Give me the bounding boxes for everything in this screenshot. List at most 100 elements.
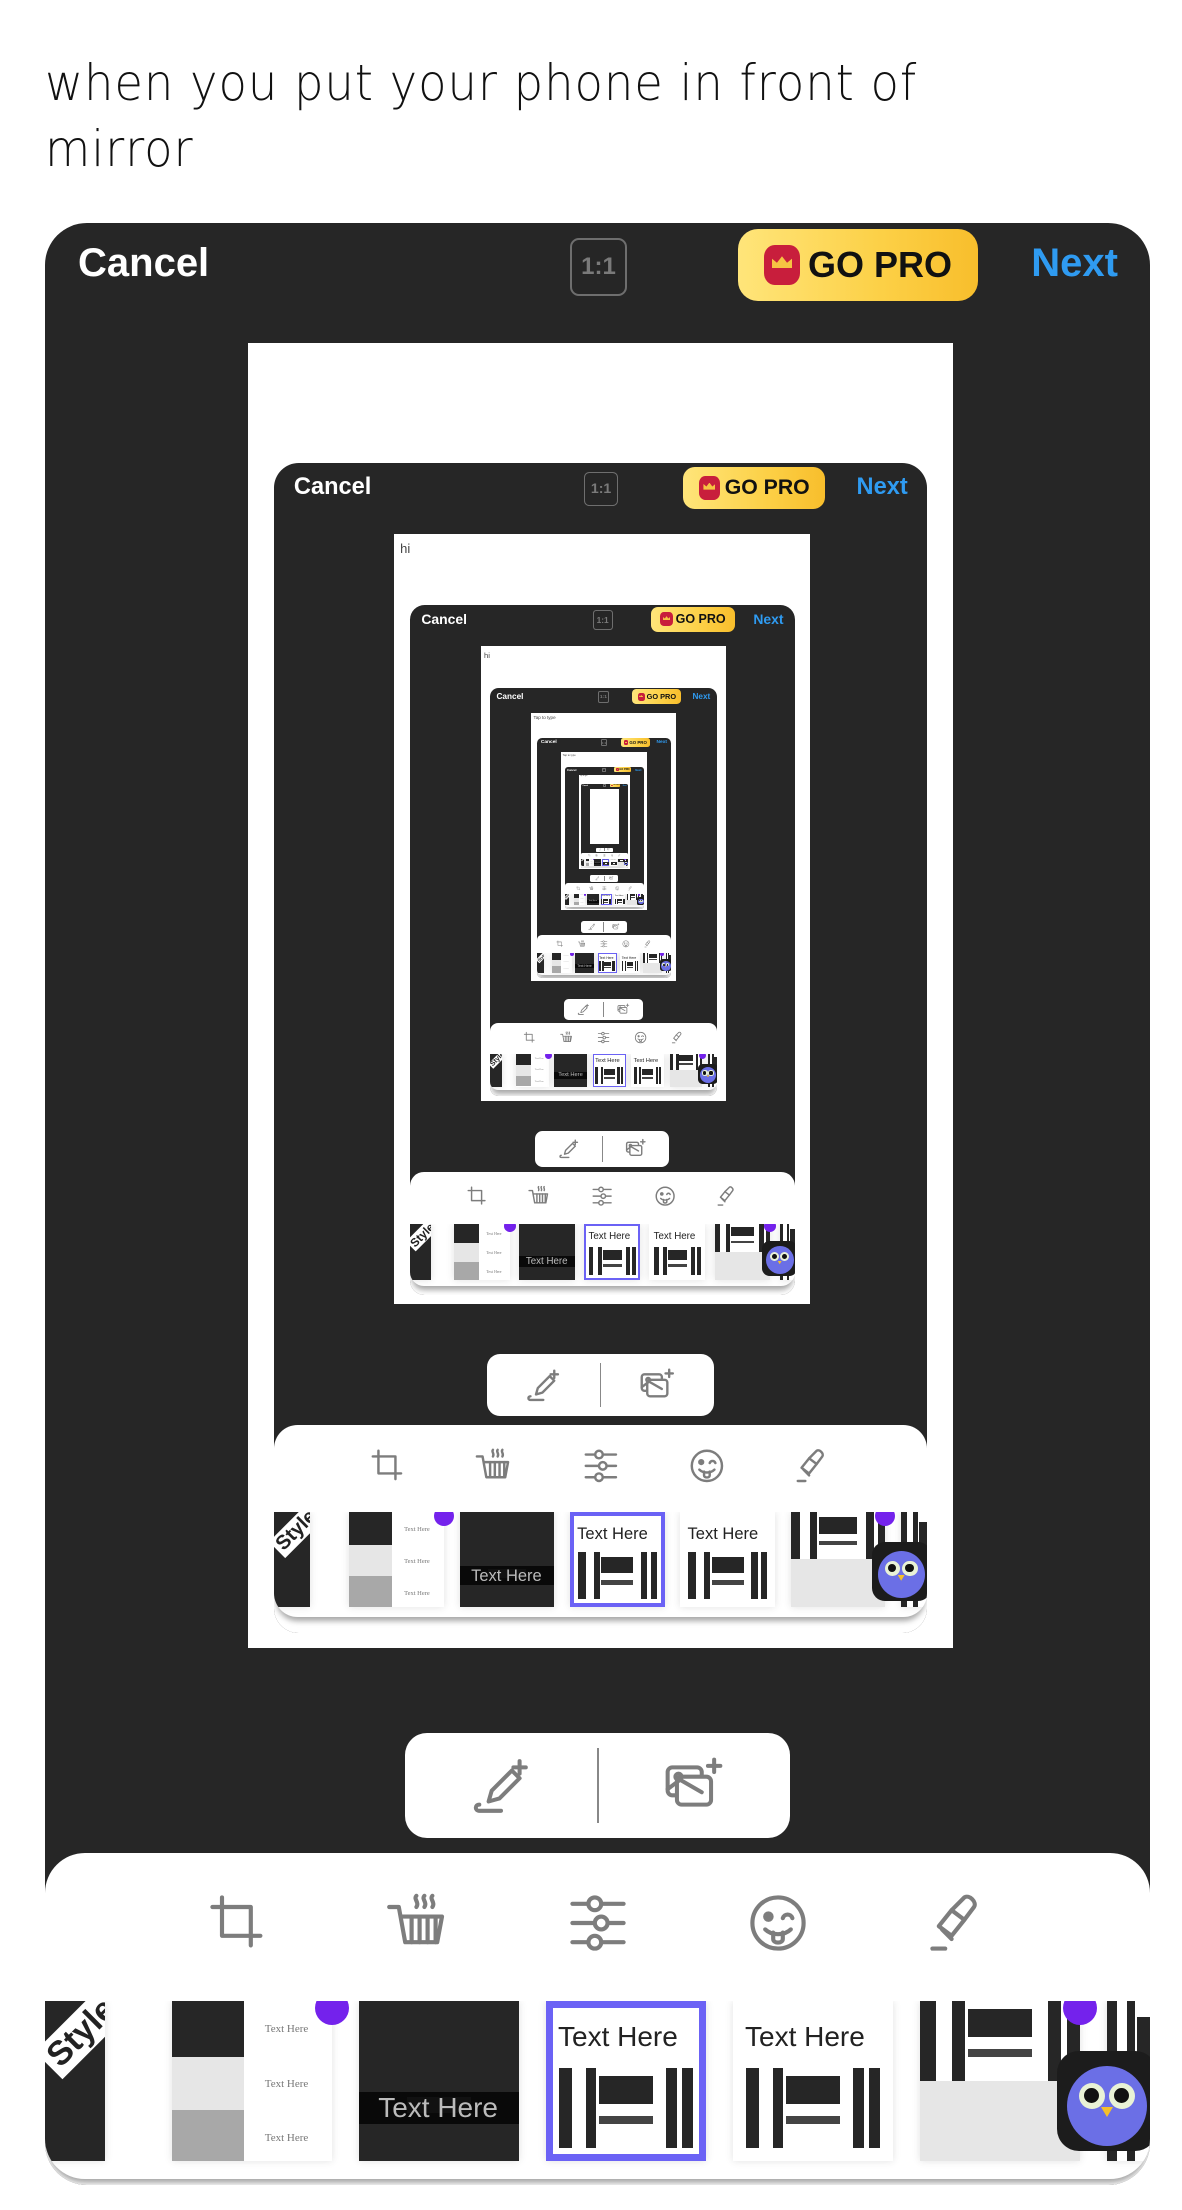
- add-image-button[interactable]: [603, 1131, 670, 1168]
- template-thumbnail[interactable]: Style: [489, 1053, 503, 1087]
- template-thumbnail[interactable]: Text Here: [519, 1223, 575, 1280]
- add-image-button[interactable]: [605, 875, 618, 883]
- tool-sticker-button[interactable]: [651, 1180, 679, 1213]
- tool-crop-button[interactable]: [588, 854, 591, 858]
- tool-adjust-button[interactable]: [595, 1028, 611, 1048]
- template-thumbnail[interactable]: Text Here: [574, 953, 595, 973]
- template-thumbnail[interactable]: Text Here: [546, 2001, 706, 2161]
- tool-crop-button[interactable]: [198, 1875, 278, 1970]
- template-thumbnail[interactable]: Text Here: [459, 1512, 555, 1607]
- tool-crop-button[interactable]: [555, 938, 565, 950]
- tool-adjust-button[interactable]: [603, 854, 606, 858]
- go-pro-button[interactable]: GO PRO: [620, 738, 651, 747]
- cancel-button[interactable]: Cancel: [78, 241, 209, 286]
- template-thumbnail[interactable]: Text HereText HereText Here: [349, 1512, 444, 1607]
- template-thumbnail[interactable]: Style: [45, 2001, 105, 2161]
- owl-app-icon[interactable]: [623, 860, 628, 866]
- add-image-button[interactable]: [601, 1354, 714, 1416]
- template-thumbnail[interactable]: Text Here: [359, 2001, 519, 2161]
- go-pro-button[interactable]: GO PRO: [738, 229, 978, 301]
- template-thumbnail[interactable]: Style: [409, 1223, 431, 1280]
- tool-filter-button[interactable]: [378, 1875, 458, 1970]
- tool-adjust-button[interactable]: [588, 1180, 616, 1213]
- add-drawing-button[interactable]: [564, 999, 603, 1021]
- owl-app-icon[interactable]: [762, 1241, 795, 1277]
- go-pro-button[interactable]: GO PRO: [651, 606, 735, 632]
- template-thumbnail[interactable]: Text Here: [592, 1053, 626, 1087]
- template-thumbnail[interactable]: Style: [274, 1512, 310, 1607]
- next-button[interactable]: Next: [1031, 241, 1118, 286]
- template-strip[interactable]: StyleText HereText HereText HereText Her…: [581, 858, 628, 867]
- canvas-text[interactable]: Tap to type: [590, 789, 594, 790]
- next-button[interactable]: Next: [857, 474, 908, 501]
- add-image-button[interactable]: [605, 848, 613, 852]
- template-thumbnail[interactable]: Text Here: [554, 1053, 588, 1087]
- owl-app-icon[interactable]: [637, 897, 644, 905]
- tool-brush-button[interactable]: [714, 1180, 742, 1213]
- photo-canvas[interactable]: hi Cancel 1:1 GO PRO Next hi Cancel 1:1 GO PRO Ne…: [394, 533, 811, 1304]
- cancel-button[interactable]: Cancel: [541, 740, 557, 745]
- tool-brush-button[interactable]: [918, 1875, 998, 1970]
- cancel-button[interactable]: Cancel: [294, 474, 371, 501]
- template-strip[interactable]: StyleText HereText HereText HereText Her…: [489, 1053, 717, 1091]
- add-image-button[interactable]: [604, 999, 643, 1021]
- template-thumbnail[interactable]: Text HereText HereText Here: [586, 858, 594, 866]
- go-pro-button[interactable]: GO PRO: [632, 689, 682, 705]
- tool-adjust-button[interactable]: [599, 938, 609, 950]
- go-pro-button[interactable]: GO PRO: [683, 466, 826, 510]
- template-thumbnail[interactable]: Text Here: [733, 2001, 893, 2161]
- photo-canvas[interactable]: hi Cancel 1:1 GO PRO Next Tap to type Cancel 1:…: [480, 646, 727, 1101]
- template-strip[interactable]: Style Text HereText HereText HereText Her…: [409, 1223, 795, 1286]
- tool-brush-button[interactable]: [618, 854, 621, 858]
- template-thumbnail[interactable]: Text Here: [610, 858, 617, 866]
- aspect-ratio-button[interactable]: 1:1: [602, 767, 607, 772]
- template-thumbnail[interactable]: Text HereText HereText Here: [454, 1223, 510, 1280]
- tool-filter-button[interactable]: [471, 1438, 518, 1494]
- go-pro-button[interactable]: GO PRO: [610, 784, 621, 788]
- template-strip[interactable]: StyleText HereText HereText HereText Her…: [45, 2001, 1150, 2179]
- template-thumbnail[interactable]: Style: [581, 858, 584, 866]
- owl-app-icon[interactable]: [659, 959, 671, 972]
- canvas-text[interactable]: Tap to type: [580, 776, 588, 777]
- tool-brush-button[interactable]: [669, 1028, 685, 1048]
- add-image-button[interactable]: [604, 921, 627, 934]
- tool-brush-button[interactable]: [627, 885, 633, 892]
- tool-sticker-button[interactable]: [614, 885, 620, 892]
- tool-sticker-button[interactable]: [738, 1875, 818, 1970]
- template-thumbnail[interactable]: Text Here: [587, 893, 599, 906]
- next-button[interactable]: Next: [657, 740, 668, 745]
- tool-adjust-button[interactable]: [558, 1875, 638, 1970]
- tool-crop-button[interactable]: [521, 1028, 537, 1048]
- add-image-button[interactable]: [599, 1733, 791, 1838]
- template-thumbnail[interactable]: Text Here: [620, 953, 640, 973]
- photo-canvas[interactable]: Tap to type: [589, 788, 620, 844]
- cancel-button[interactable]: Cancel: [567, 768, 576, 772]
- tool-filter-button[interactable]: [588, 885, 594, 892]
- template-thumbnail[interactable]: Text Here: [602, 858, 609, 866]
- canvas-text[interactable]: Tap to type: [563, 754, 576, 757]
- template-thumbnail[interactable]: Text HereText HereText Here: [172, 2001, 332, 2161]
- template-thumbnail[interactable]: Text HereText HereText Here: [515, 1053, 549, 1087]
- next-button[interactable]: Next: [635, 768, 641, 772]
- aspect-ratio-button[interactable]: 1:1: [592, 609, 613, 631]
- template-thumbnail[interactable]: Text HereText HereText Here: [552, 953, 572, 973]
- tool-filter-button[interactable]: [577, 938, 587, 950]
- template-thumbnail[interactable]: Text Here: [594, 858, 602, 866]
- canvas-text[interactable]: Tap to type: [533, 715, 555, 720]
- tool-brush-button[interactable]: [789, 1438, 836, 1494]
- aspect-ratio-button[interactable]: 1:1: [570, 238, 627, 296]
- cancel-button[interactable]: Cancel: [497, 692, 524, 701]
- aspect-ratio-button[interactable]: 1:1: [603, 784, 606, 787]
- aspect-ratio-button[interactable]: 1:1: [584, 471, 618, 507]
- template-thumbnail[interactable]: Text Here: [600, 893, 612, 906]
- template-strip[interactable]: StyleText HereText HereText HereText Her…: [564, 893, 644, 907]
- photo-canvas[interactable]: Tap to type Cancel 1:1 GO PRO Next Tap to typ…: [561, 752, 647, 911]
- next-button[interactable]: Next: [692, 692, 710, 701]
- tool-filter-button[interactable]: [526, 1180, 554, 1213]
- add-drawing-button[interactable]: [535, 1131, 602, 1168]
- template-thumbnail[interactable]: Style: [536, 953, 545, 973]
- tool-adjust-button[interactable]: [601, 885, 607, 892]
- photo-canvas[interactable]: Tap to typeCancel1:1GO PRONextTap to typ…: [579, 775, 630, 869]
- add-drawing-button[interactable]: [487, 1354, 600, 1416]
- cancel-button[interactable]: Cancel: [421, 611, 467, 627]
